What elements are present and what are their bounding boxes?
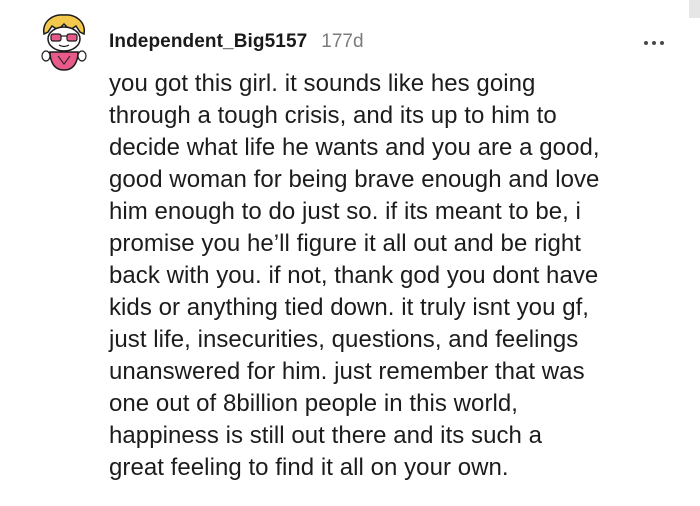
more-options-icon[interactable]: [638, 34, 670, 52]
comment-line: him enough to do just so. if its meant t…: [109, 198, 581, 225]
dot: [652, 41, 656, 45]
comment-line: good woman for being brave enough and lo…: [109, 166, 600, 193]
dot: [644, 41, 648, 45]
comment-line: promise you he’ll figure it all out and …: [109, 230, 581, 257]
snoo-avatar-icon[interactable]: [36, 12, 92, 74]
comment-line: one out of 8billion people in this world…: [109, 390, 518, 417]
comment-line: decide what life he wants and you are a …: [109, 134, 600, 161]
comment-age: 177d: [321, 31, 364, 52]
comment-line: happiness is still out there and its suc…: [109, 422, 543, 449]
comment-line: you got this girl. it sounds like hes go…: [109, 70, 536, 97]
comment-line: back with you. if not, thank god you don…: [109, 262, 599, 289]
comment-body: you got this girl. it sounds like hes go…: [109, 68, 679, 484]
dot: [660, 41, 664, 45]
comment-line: just life, insecurities, questions, and …: [109, 326, 579, 353]
comment-line: kids or anything tied down. it truly isn…: [109, 294, 590, 321]
comment-line: through a tough crisis, and its up to hi…: [109, 102, 557, 129]
comment: Independent_Big5157 177d you got this gi…: [0, 0, 700, 506]
comment-line: great feeling to find it all on your own…: [109, 454, 509, 481]
comment-line: unanswered for him. just remember that w…: [109, 358, 585, 385]
username-link[interactable]: Independent_Big5157: [109, 31, 307, 53]
comment-header: Independent_Big5157 177d: [109, 31, 364, 53]
